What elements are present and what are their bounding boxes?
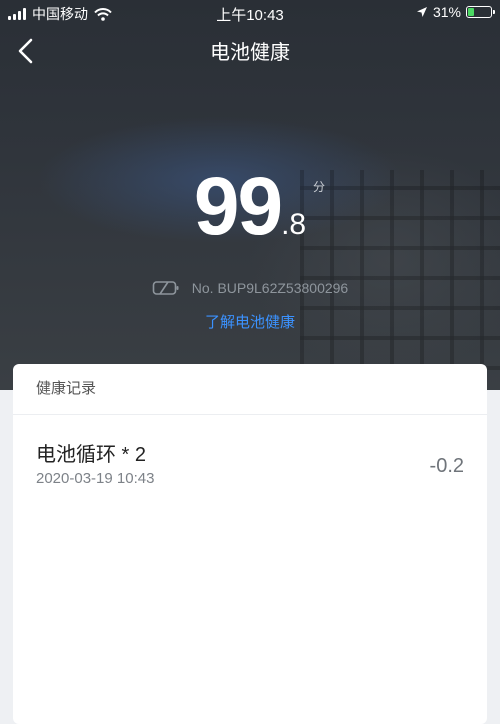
page-title: 电池健康 [210, 42, 290, 64]
location-arrow-icon [416, 7, 427, 17]
battery-icon [466, 6, 495, 18]
learn-battery-health-link[interactable]: 了解电池健康 [0, 311, 500, 332]
battery-fill [468, 8, 475, 16]
record-delta: -0.2 [429, 455, 464, 477]
battery-percent: 31% [432, 4, 461, 20]
health-records-card: 健康记录 电池循环 * 2 2020-03-19 10:43 -0.2 [13, 364, 487, 724]
record-date: 2020-03-19 10:43 [36, 470, 155, 487]
card-header: 健康记录 [13, 364, 487, 415]
score-unit: 分 [313, 180, 326, 194]
score-decimal: .8 [281, 208, 307, 241]
serial-row: No. BUP9L62Z53800296 [0, 280, 500, 296]
battery-outline-icon [152, 281, 179, 295]
score-integer: 99 [193, 161, 283, 252]
list-item[interactable]: 电池循环 * 2 2020-03-19 10:43 -0.2 [13, 424, 487, 504]
health-score: 99.8 分 [0, 160, 500, 254]
serial-number: No. BUP9L62Z53800296 [191, 280, 349, 296]
record-title: 电池循环 * 2 [36, 444, 147, 466]
status-bar: 中国移动 上午10:43 31% [0, 0, 500, 26]
